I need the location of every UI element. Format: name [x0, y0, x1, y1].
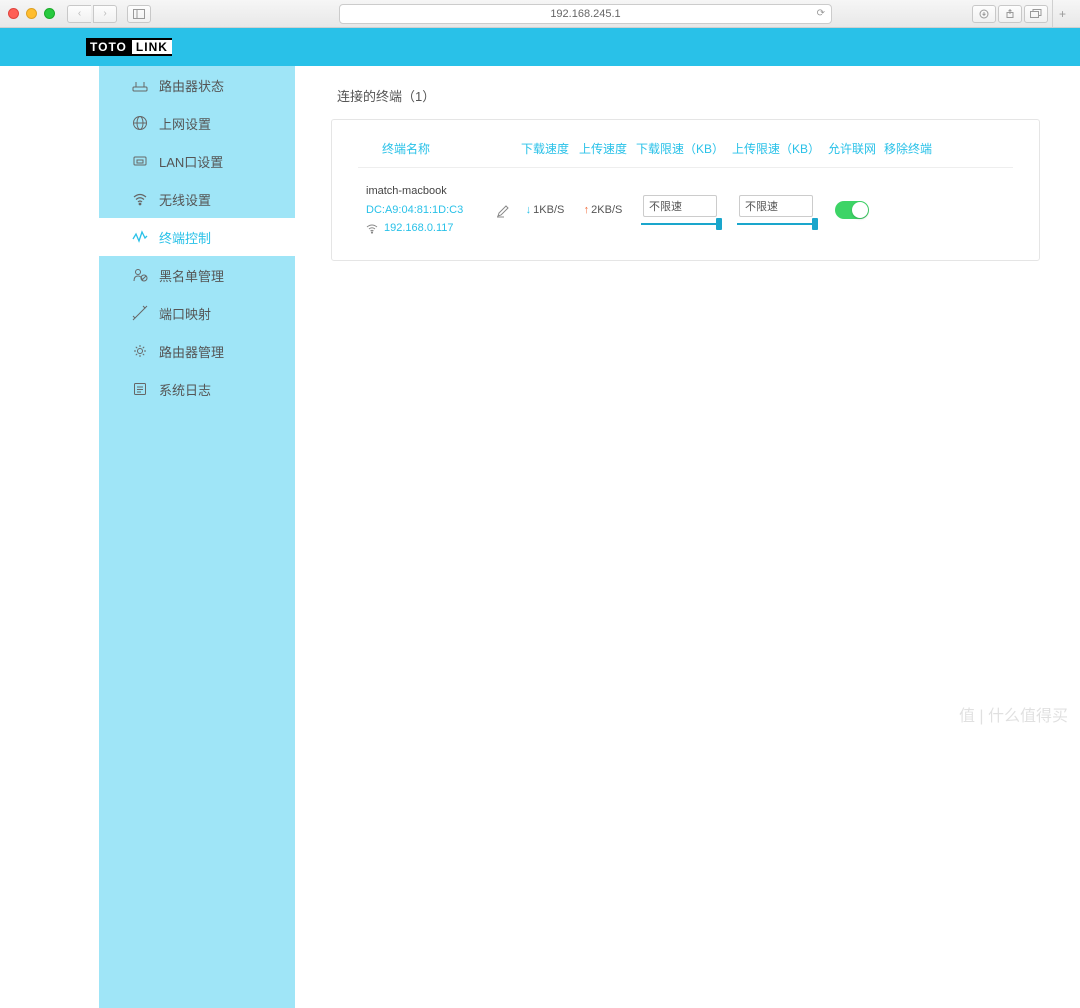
brand-logo: TOTOLINK	[86, 38, 172, 56]
device-ip-row: 192.168.0.117	[366, 219, 516, 238]
col-download-limit: 下载限速（KB）	[632, 140, 728, 157]
sidebar-item-router-manage[interactable]: 路由器管理	[99, 332, 295, 370]
allow-network-cell	[824, 201, 880, 219]
address-bar[interactable]: 192.168.245.1 ⟳	[339, 4, 832, 24]
back-button[interactable]: ‹	[67, 5, 91, 23]
sidebar-item-blacklist[interactable]: 黑名单管理	[99, 256, 295, 294]
sidebar-filler	[99, 408, 295, 1008]
col-download-speed: 下载速度	[516, 140, 574, 157]
lan-icon	[131, 153, 149, 169]
user-block-icon	[131, 267, 149, 283]
upload-limit-slider[interactable]	[737, 223, 815, 225]
sidebar-toggle-button[interactable]	[127, 5, 151, 23]
table-row: imatch-macbook DC:A9:04:81:1D:C3 192.168…	[358, 168, 1013, 238]
toggle-knob	[852, 202, 868, 218]
tabs-button[interactable]	[1024, 5, 1048, 23]
window-controls	[8, 8, 55, 19]
log-icon	[131, 381, 149, 397]
tools-icon	[131, 305, 149, 321]
wifi-small-icon	[366, 224, 378, 234]
upload-speed-cell: ↑ 2KB/S	[574, 204, 632, 216]
nav-back-forward: ‹ ›	[67, 5, 117, 23]
download-limit-input[interactable]	[643, 195, 717, 217]
wifi-icon	[131, 191, 149, 207]
sidebar-item-internet[interactable]: 上网设置	[99, 104, 295, 142]
download-speed-cell: ↓ 1KB/S	[516, 204, 574, 216]
edit-icon[interactable]	[496, 204, 510, 218]
down-arrow-icon: ↓	[526, 204, 532, 216]
forward-button[interactable]: ›	[93, 5, 117, 23]
device-mac: DC:A9:04:81:1D:C3	[366, 201, 516, 220]
gear-icon	[131, 343, 149, 359]
watermark: 值 | 什么值得买	[959, 702, 1068, 726]
sidebar-item-terminal-control[interactable]: 终端控制	[99, 218, 295, 256]
downloads-button[interactable]	[972, 5, 996, 23]
reload-icon[interactable]: ⟳	[817, 8, 825, 19]
slider-thumb[interactable]	[812, 218, 818, 230]
col-upload-speed: 上传速度	[574, 140, 632, 157]
table-header: 终端名称 下载速度 上传速度 下载限速（KB） 上传限速（KB） 允许联网 移除…	[358, 134, 1013, 168]
new-tab-button[interactable]: +	[1052, 0, 1072, 28]
minimize-window-button[interactable]	[26, 8, 37, 19]
download-limit-cell	[632, 195, 728, 225]
device-info: imatch-macbook DC:A9:04:81:1D:C3 192.168…	[358, 182, 516, 238]
allow-network-toggle[interactable]	[835, 201, 869, 219]
sidebar-item-wireless[interactable]: 无线设置	[99, 180, 295, 218]
url-text: 192.168.245.1	[550, 8, 620, 20]
upload-limit-cell	[728, 195, 824, 225]
logo-right: LINK	[132, 40, 172, 54]
browser-toolbar: ‹ › 192.168.245.1 ⟳ +	[0, 0, 1080, 28]
section-title: 连接的终端（1）	[331, 86, 1040, 105]
sidebar-label: 终端控制	[159, 228, 211, 247]
sidebar-label: 上网设置	[159, 114, 211, 133]
close-window-button[interactable]	[8, 8, 19, 19]
main-content: 连接的终端（1） 终端名称 下载速度 上传速度 下载限速（KB） 上传限速（KB…	[295, 66, 1080, 1008]
globe-icon	[131, 115, 149, 131]
maximize-window-button[interactable]	[44, 8, 55, 19]
device-ip: 192.168.0.117	[384, 219, 454, 238]
sidebar-label: 黑名单管理	[159, 266, 224, 285]
download-limit-slider[interactable]	[641, 223, 719, 225]
sidebar-label: 系统日志	[159, 380, 211, 399]
col-allow-network: 允许联网	[824, 140, 880, 157]
app-header: TOTOLINK	[0, 28, 1080, 66]
up-arrow-icon: ↑	[584, 204, 590, 216]
sidebar-label: 端口映射	[159, 304, 211, 323]
sidebar-item-lan[interactable]: LAN口设置	[99, 142, 295, 180]
sidebar-item-port-mapping[interactable]: 端口映射	[99, 294, 295, 332]
download-speed-value: 1KB/S	[533, 204, 564, 216]
col-upload-limit: 上传限速（KB）	[728, 140, 824, 157]
share-button[interactable]	[998, 5, 1022, 23]
slider-thumb[interactable]	[716, 218, 722, 230]
sidebar-item-syslog[interactable]: 系统日志	[99, 370, 295, 408]
logo-left: TOTO	[86, 40, 131, 54]
col-name: 终端名称	[358, 140, 516, 157]
sidebar-label: 无线设置	[159, 190, 211, 209]
sidebar-label: 路由器管理	[159, 342, 224, 361]
toolbar-right	[972, 5, 1048, 23]
sidebar: 路由器状态 上网设置 LAN口设置 无线设置 终端控制 黑名单管理 端口映射	[99, 66, 295, 1008]
activity-icon	[131, 229, 149, 245]
sidebar-label: 路由器状态	[159, 76, 224, 95]
sidebar-item-router-status[interactable]: 路由器状态	[99, 66, 295, 104]
col-remove-device: 移除终端	[880, 140, 936, 157]
upload-speed-value: 2KB/S	[591, 204, 622, 216]
sidebar-label: LAN口设置	[159, 152, 223, 171]
router-icon	[131, 77, 149, 93]
device-card: 终端名称 下载速度 上传速度 下载限速（KB） 上传限速（KB） 允许联网 移除…	[331, 119, 1040, 261]
upload-limit-input[interactable]	[739, 195, 813, 217]
device-name: imatch-macbook	[366, 182, 516, 201]
